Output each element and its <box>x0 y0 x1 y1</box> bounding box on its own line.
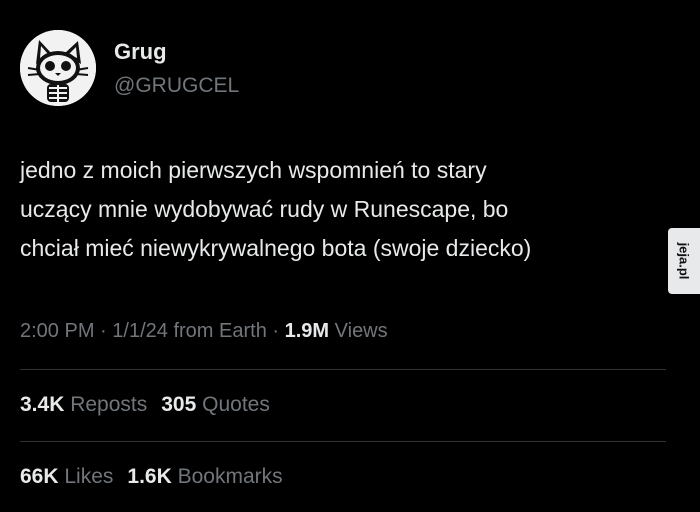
bookmarks-count: 1.6K <box>127 465 172 488</box>
divider <box>20 441 666 442</box>
tweet-screenshot: Grug @GRUGCEL jedno z moich pierwszych w… <box>0 0 700 512</box>
bookmarks-link[interactable]: 1.6K Bookmarks <box>127 465 282 488</box>
reposts-link[interactable]: 3.4K Reposts <box>20 393 147 416</box>
tweet-meta: 2:00 PM · 1/1/24 from Earth · 1.9M Views <box>20 320 388 343</box>
tweet-line: chciał mieć niewykrywalnego bota (swoje … <box>20 235 532 261</box>
tweet-text: jedno z moich pierwszych wspomnień to st… <box>20 151 660 268</box>
reposts-label: Reposts <box>70 393 148 416</box>
quotes-link[interactable]: 305 Quotes <box>161 393 270 416</box>
cat-skeleton-icon <box>20 30 96 106</box>
repost-quote-stats: 3.4K Reposts 305 Quotes <box>20 393 270 417</box>
views-count: 1.9M <box>284 320 330 342</box>
avatar[interactable] <box>20 30 96 106</box>
tweet-time[interactable]: 2:00 PM <box>20 320 94 342</box>
divider <box>20 369 666 370</box>
views-label: Views <box>334 320 388 342</box>
reposts-count: 3.4K <box>20 393 65 416</box>
display-name[interactable]: Grug <box>114 39 167 65</box>
tweet-date[interactable]: 1/1/24 <box>112 320 168 342</box>
tweet-line: jedno z moich pierwszych wspomnień to st… <box>20 157 487 183</box>
likes-label: Likes <box>64 465 114 488</box>
likes-count: 66K <box>20 465 59 488</box>
likes-link[interactable]: 66K Likes <box>20 465 113 488</box>
bookmarks-label: Bookmarks <box>177 465 283 488</box>
quotes-label: Quotes <box>202 393 270 416</box>
watermark-text: jeja.pl <box>676 242 692 280</box>
user-handle[interactable]: @GRUGCEL <box>114 74 239 98</box>
watermark-badge: jeja.pl <box>668 228 700 294</box>
tweet-line: uczący mnie wydobywać rudy w Runescape, … <box>20 196 509 222</box>
tweet-source: from Earth <box>173 320 267 342</box>
meta-separator: · <box>100 320 107 342</box>
meta-separator: · <box>272 320 280 342</box>
quotes-count: 305 <box>161 393 197 416</box>
like-bookmark-stats: 66K Likes 1.6K Bookmarks <box>20 465 283 489</box>
